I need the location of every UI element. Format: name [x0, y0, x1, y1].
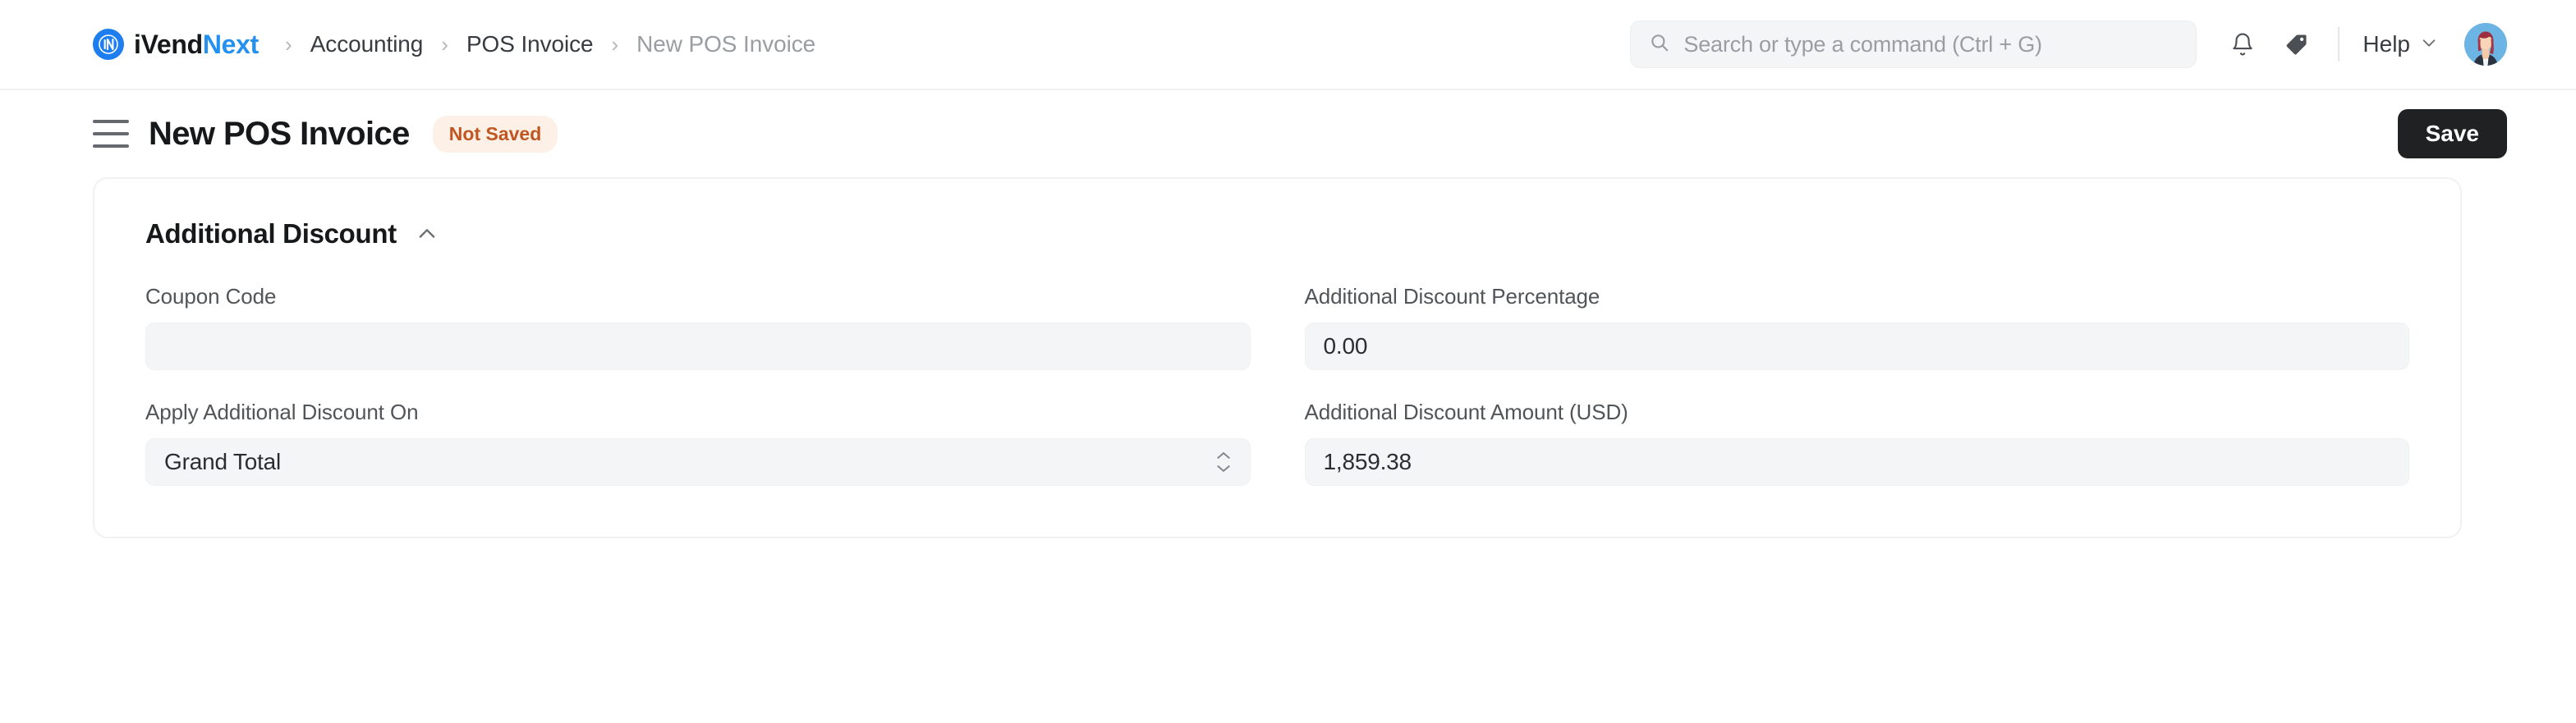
field-additional-discount-percentage: Additional Discount Percentage 0.00: [1304, 284, 2409, 370]
field-apply-additional-discount-on: Apply Additional Discount On Grand Total: [145, 400, 1251, 486]
section-header-additional-discount[interactable]: Additional Discount: [145, 218, 2409, 249]
field-additional-discount-amount: Additional Discount Amount (USD) 1,859.3…: [1304, 400, 2409, 486]
breadcrumb-item-pos-invoice[interactable]: POS Invoice: [466, 31, 594, 57]
hamburger-bar: [93, 120, 129, 123]
content-area: Additional Discount Coupon Code Addition…: [0, 177, 2576, 538]
additional-discount-percentage-input[interactable]: 0.00: [1304, 323, 2409, 370]
ivendnext-logo-icon: [93, 29, 124, 60]
tag-icon[interactable]: [2274, 21, 2320, 67]
help-menu-button[interactable]: Help: [2358, 31, 2443, 57]
navbar-actions: Search or type a command (Ctrl + G) Help: [1630, 21, 2507, 68]
page-title: New POS Invoice: [149, 115, 410, 152]
additional-discount-amount-input[interactable]: 1,859.38: [1304, 438, 2409, 486]
breadcrumb: › Accounting › POS Invoice › New POS Inv…: [285, 31, 815, 57]
chevron-up-icon[interactable]: [415, 222, 439, 246]
breadcrumb-separator: ›: [611, 32, 619, 57]
brand-logo-link[interactable]: iVendNext: [93, 29, 259, 60]
field-label: Coupon Code: [145, 284, 277, 309]
search-icon: [1649, 32, 1670, 57]
field-value: 0.00: [1323, 333, 1368, 359]
field-label: Additional Discount Amount (USD): [1304, 400, 1628, 424]
save-button[interactable]: Save: [2397, 109, 2507, 158]
breadcrumb-separator: ›: [285, 32, 292, 57]
hamburger-menu-icon[interactable]: [93, 120, 129, 148]
field-coupon-code: Coupon Code: [145, 284, 1251, 370]
additional-discount-card: Additional Discount Coupon Code Addition…: [93, 177, 2462, 538]
breadcrumb-separator: ›: [441, 32, 448, 57]
brand-name: iVendNext: [134, 30, 259, 60]
search-input[interactable]: Search or type a command (Ctrl + G): [1630, 21, 2197, 68]
bell-icon[interactable]: [2220, 21, 2266, 67]
field-label: Apply Additional Discount On: [145, 400, 419, 424]
breadcrumb-item-new-pos-invoice: New POS Invoice: [636, 31, 816, 57]
brand-name-accent: Next: [202, 29, 259, 59]
status-badge: Not Saved: [432, 115, 558, 153]
field-label: Additional Discount Percentage: [1304, 284, 1600, 309]
apply-additional-discount-on-select[interactable]: Grand Total: [145, 438, 1251, 486]
chevron-down-icon: [2420, 31, 2438, 57]
section-title: Additional Discount: [145, 218, 397, 249]
navbar-divider: [2338, 27, 2340, 62]
field-value: 1,859.38: [1323, 449, 1412, 474]
hamburger-bar: [93, 132, 129, 135]
top-navbar: iVendNext › Accounting › POS Invoice › N…: [0, 0, 2576, 90]
avatar[interactable]: [2464, 23, 2507, 66]
additional-discount-fields: Coupon Code Additional Discount Percenta…: [145, 284, 2409, 486]
search-placeholder: Search or type a command (Ctrl + G): [1683, 31, 2042, 57]
brand-name-primary: iVend: [134, 29, 203, 59]
field-value: Grand Total: [164, 449, 282, 474]
breadcrumb-item-accounting[interactable]: Accounting: [310, 31, 424, 57]
page-header: New POS Invoice Not Saved Save: [0, 90, 2576, 177]
coupon-code-input[interactable]: [145, 323, 1251, 370]
chevron-up-down-icon: [1215, 451, 1232, 474]
help-label: Help: [2362, 31, 2410, 57]
hamburger-bar: [93, 144, 129, 148]
